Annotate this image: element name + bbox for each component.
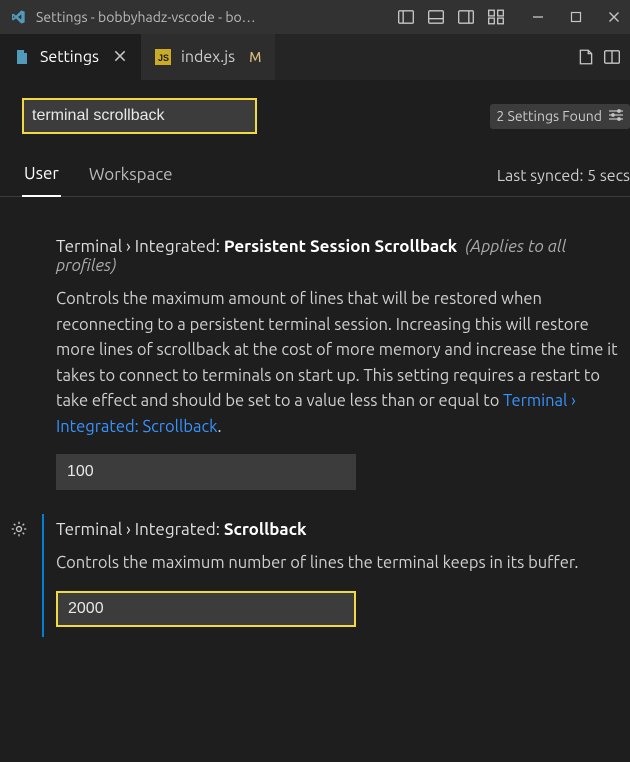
settings-search-input[interactable] [22,98,257,134]
setting-name: Scrollback [224,520,307,539]
last-synced-label: Last synced: 5 secs [497,167,630,185]
gear-icon[interactable] [10,520,28,541]
setting-crumb: Terminal › Integrated: [56,237,220,256]
maximize-icon[interactable] [566,7,586,27]
scrollback-input[interactable] [56,591,356,627]
vscode-icon [10,9,28,25]
persistent-scrollback-input[interactable] [56,454,356,490]
settings-search-area: 2 Settings Found [0,80,630,134]
js-file-icon: JS [155,49,171,65]
window-title: Settings - bobbyhadz-vscode - bo… [36,9,331,25]
open-settings-json-icon[interactable] [576,47,596,67]
editor-tab-row: Settings JS index.js M [0,34,630,80]
setting-scrollback: Terminal › Integrated: Scrollback Contro… [0,510,630,647]
setting-description: Controls the maximum amount of lines tha… [56,287,630,440]
settings-list: Terminal › Integrated: Persistent Sessio… [0,197,630,647]
settings-results-count: 2 Settings Found [490,104,630,129]
svg-text:JS: JS [158,53,169,63]
tab-label: index.js [181,48,235,66]
customize-layout-icon[interactable] [486,7,506,27]
window-controls [528,7,624,27]
scope-tab-user[interactable]: User [22,156,61,197]
setting-description: Controls the maximum number of lines the… [56,551,630,577]
tab-indexjs[interactable]: JS index.js M [141,34,275,80]
tab-close-icon[interactable] [113,49,127,66]
close-icon[interactable] [604,7,624,27]
tab-settings[interactable]: Settings [0,34,141,80]
layout-toggle-group [396,7,506,27]
toggle-secondary-sidebar-icon[interactable] [456,7,476,27]
filter-icon[interactable] [608,108,624,125]
settings-file-icon [14,49,30,65]
desc-text-post: . [217,418,221,436]
minimize-icon[interactable] [528,7,548,27]
editor-actions [576,34,630,80]
results-count-text: 2 Settings Found [496,108,602,124]
tab-label: Settings [40,48,99,66]
toggle-primary-sidebar-icon[interactable] [396,7,416,27]
scope-tab-workspace[interactable]: Workspace [87,157,175,196]
setting-name: Persistent Session Scrollback [224,237,457,256]
setting-title: Terminal › Integrated: Scrollback [56,520,630,539]
split-editor-icon[interactable] [602,47,622,67]
modified-indicator: M [249,49,261,65]
setting-crumb: Terminal › Integrated: [56,520,220,539]
setting-title: Terminal › Integrated: Persistent Sessio… [56,237,630,275]
toggle-panel-icon[interactable] [426,7,446,27]
settings-scope-row: User Workspace Last synced: 5 secs [0,156,630,197]
tab-row-spacer [275,34,576,80]
window-titlebar: Settings - bobbyhadz-vscode - bo… [0,0,630,34]
setting-persistent-session-scrollback: Terminal › Integrated: Persistent Sessio… [0,227,630,510]
